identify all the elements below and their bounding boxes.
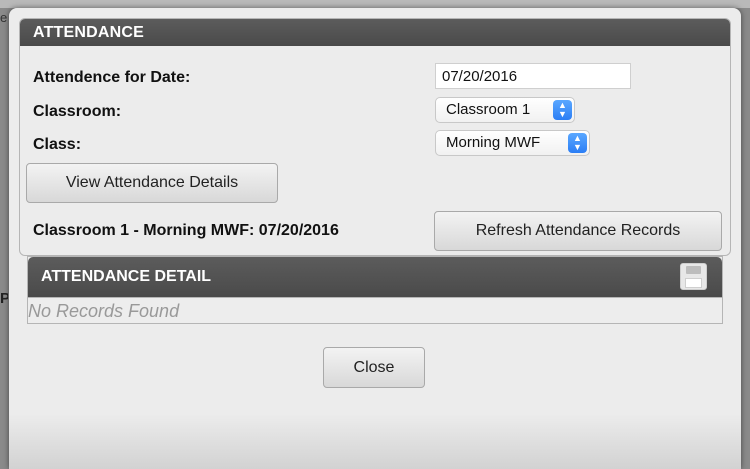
class-label: Class: bbox=[33, 136, 82, 153]
refresh-attendance-records-button[interactable]: Refresh Attendance Records bbox=[434, 211, 722, 251]
class-select[interactable]: Morning MWF ▲ ▼ bbox=[435, 130, 590, 156]
close-button[interactable]: Close bbox=[323, 347, 425, 388]
attendance-detail-header: ATTENDANCE DETAIL bbox=[28, 257, 722, 297]
view-attendance-details-button[interactable]: View Attendance Details bbox=[26, 163, 278, 203]
no-records-message: No Records Found bbox=[28, 297, 722, 323]
save-icon[interactable] bbox=[680, 263, 707, 290]
attendance-detail-panel: ATTENDANCE DETAIL No Records Found bbox=[27, 256, 723, 324]
class-select-value: Morning MWF bbox=[446, 134, 541, 151]
classroom-label: Classroom: bbox=[33, 103, 122, 120]
date-field[interactable] bbox=[435, 63, 631, 89]
select-arrows-icon: ▲ ▼ bbox=[553, 100, 572, 120]
classroom-select-value: Classroom 1 bbox=[446, 101, 531, 118]
attendance-header: ATTENDANCE bbox=[20, 19, 730, 46]
save-icon-slot bbox=[686, 266, 701, 274]
select-arrows-icon: ▲ ▼ bbox=[568, 133, 587, 153]
attendance-summary: Classroom 1 - Morning MWF: 07/20/2016 bbox=[33, 222, 339, 239]
background-fragment: e bbox=[0, 10, 8, 25]
attendance-detail-title: ATTENDANCE DETAIL bbox=[41, 268, 212, 285]
save-icon-label bbox=[685, 278, 702, 288]
background-strip bbox=[0, 0, 750, 8]
background-fragment-2: P bbox=[0, 290, 8, 307]
date-label: Attendence for Date: bbox=[33, 69, 191, 86]
attendance-modal: ATTENDANCE Attendence for Date: Classroo… bbox=[9, 8, 741, 469]
attendance-panel: ATTENDANCE Attendence for Date: Classroo… bbox=[19, 18, 731, 256]
classroom-select[interactable]: Classroom 1 ▲ ▼ bbox=[435, 97, 575, 123]
